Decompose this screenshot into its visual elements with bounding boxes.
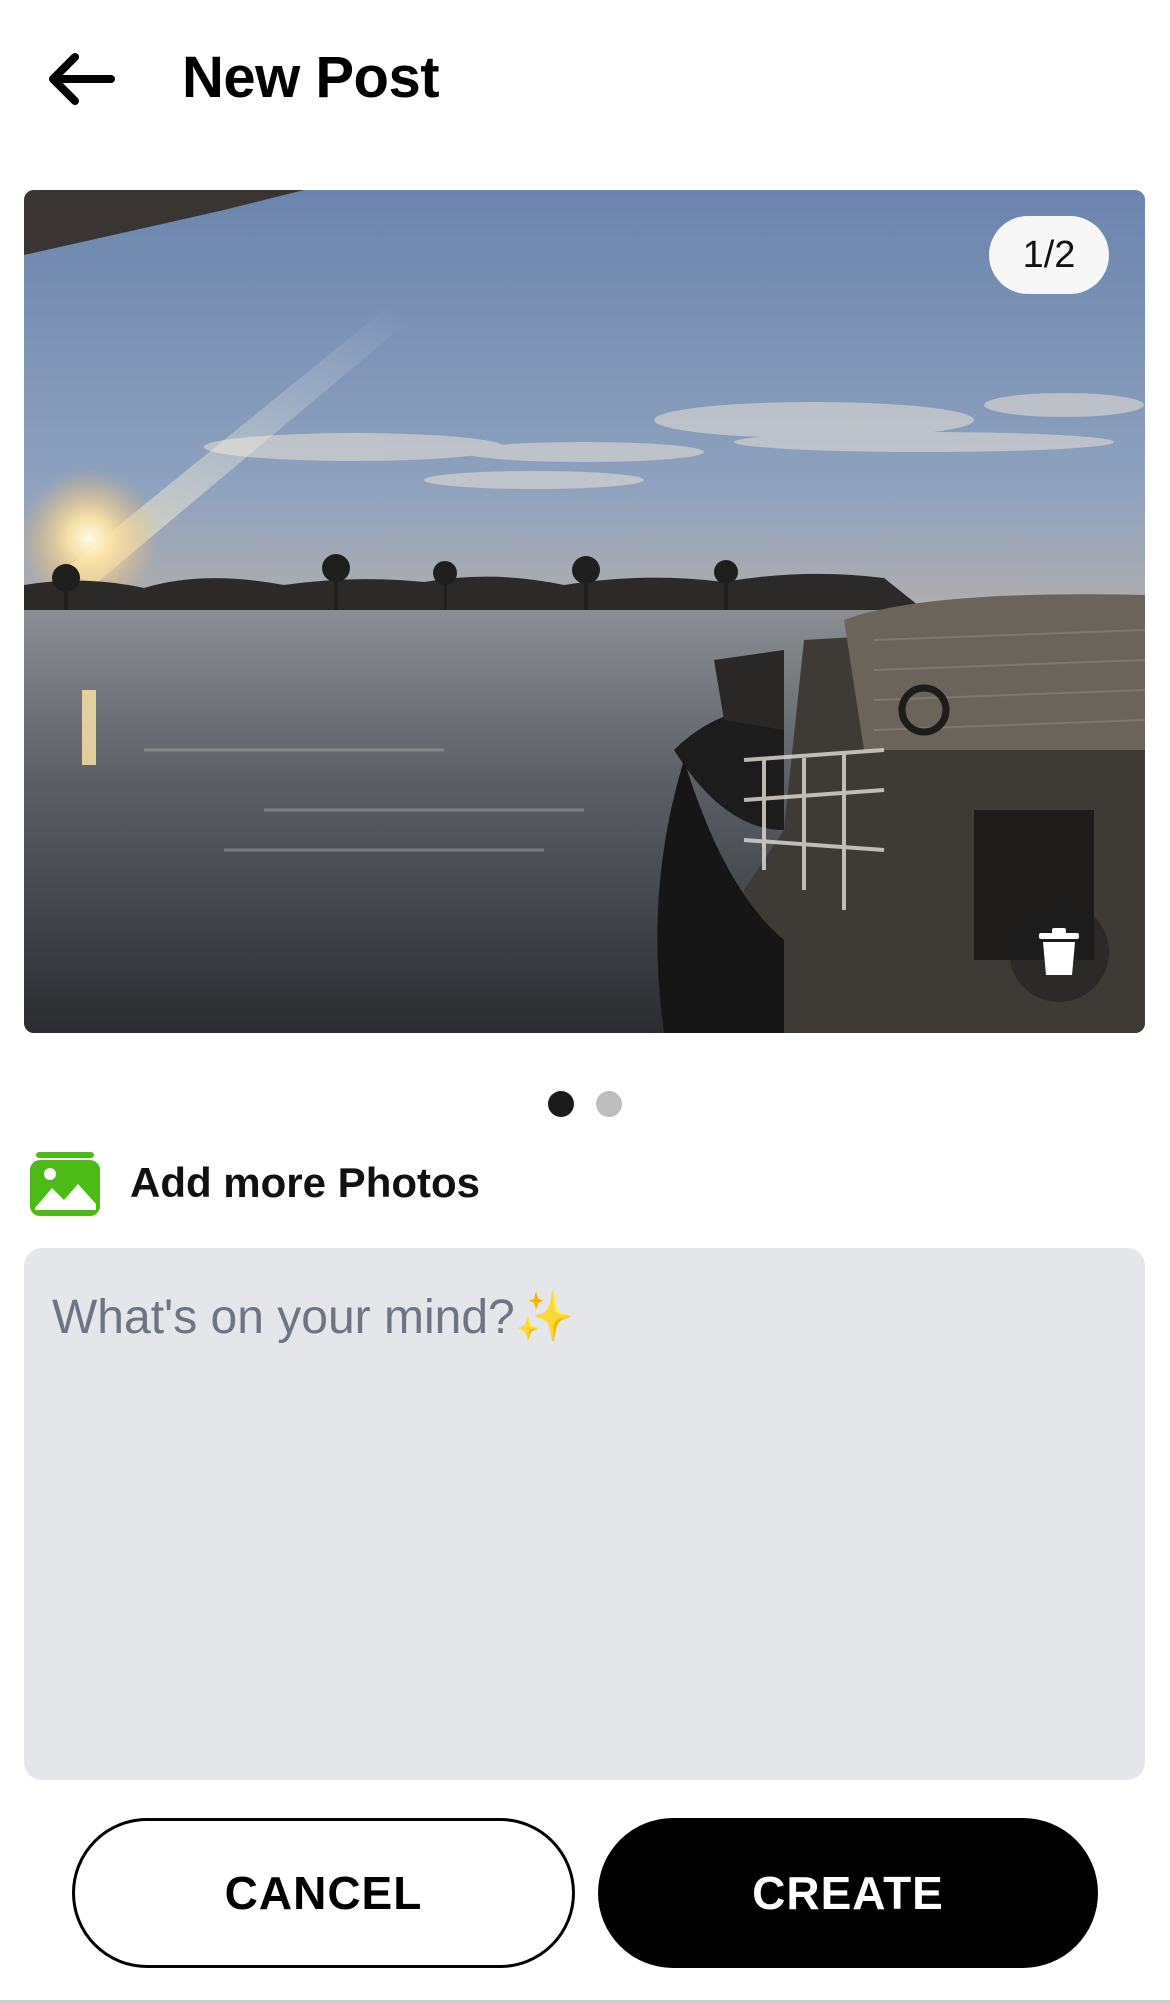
pager-dot-1[interactable] (548, 1091, 574, 1117)
pager-dot-2[interactable] (596, 1091, 622, 1117)
add-more-photos-button[interactable]: Add more Photos (30, 1148, 480, 1218)
app-header: New Post (0, 0, 1170, 160)
delete-photo-button[interactable] (1009, 902, 1109, 1002)
add-more-photos-label: Add more Photos (130, 1159, 481, 1206)
arrow-left-icon (49, 53, 115, 105)
photo-gallery-icon (30, 1152, 100, 1216)
trash-icon (1039, 928, 1079, 975)
post-composer (24, 1248, 1145, 1780)
cancel-button[interactable]: CANCEL (72, 1818, 575, 1968)
photo-preview[interactable]: 1/2 (24, 190, 1145, 1033)
bottom-divider (0, 2000, 1170, 2004)
photo-pager (0, 1091, 1170, 1117)
photo-counter-badge: 1/2 (989, 216, 1109, 294)
sunset-backwater-photo (24, 190, 1145, 1033)
post-text-input[interactable] (24, 1248, 1145, 1780)
create-button[interactable]: CREATE (598, 1818, 1098, 1968)
page-title: New Post (182, 45, 440, 110)
back-button[interactable] (40, 42, 120, 116)
